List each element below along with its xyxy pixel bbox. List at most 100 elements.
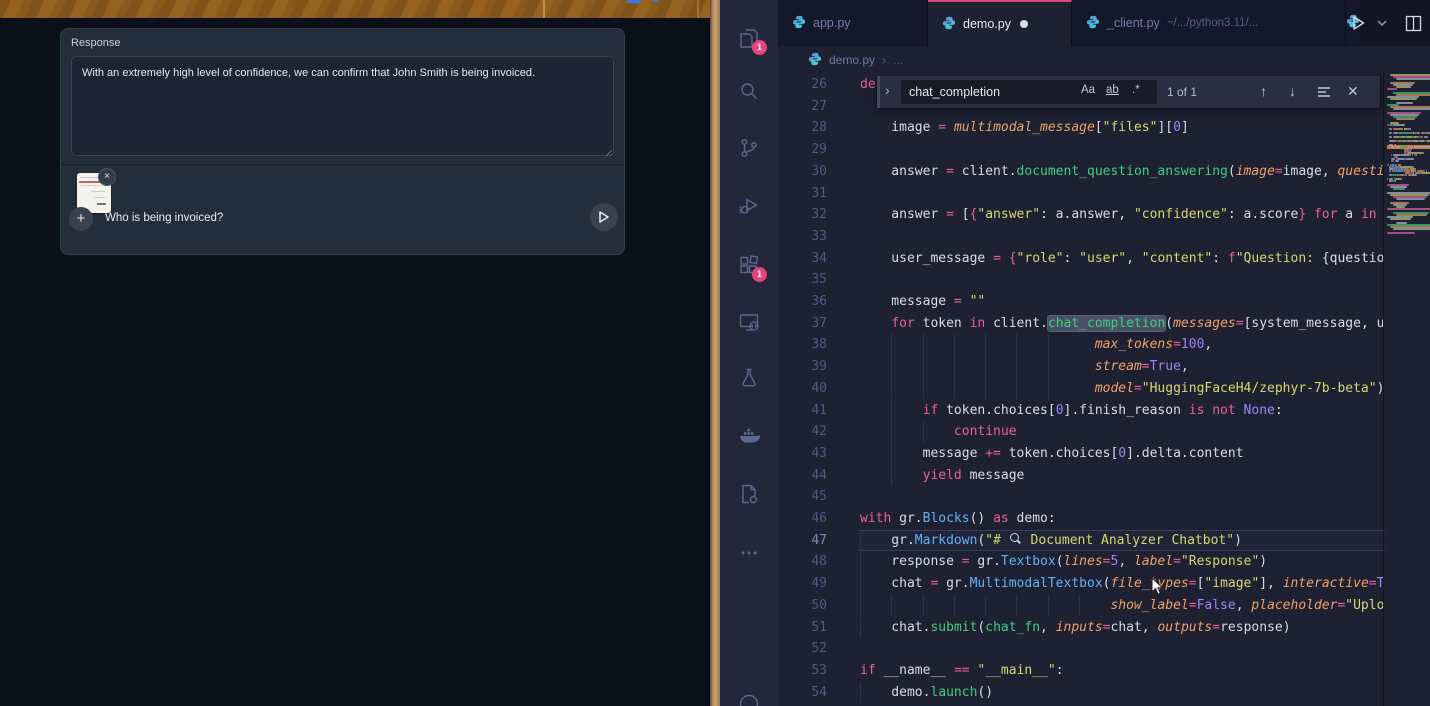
line-number: 52 <box>778 638 827 660</box>
line-number: 32 <box>778 204 827 226</box>
whole-word-toggle[interactable]: ab <box>1106 84 1119 96</box>
indent-guide <box>1048 334 1049 356</box>
code-lines[interactable]: def chat_fn(multimodal_message): image =… <box>860 74 1383 706</box>
editor-group: app.py demo.py _client.py ~/.../python3.… <box>778 0 1430 706</box>
desktop-wallpaper-strip <box>710 0 720 706</box>
indent-guide <box>860 573 861 595</box>
testing-icon[interactable] <box>737 366 761 390</box>
line-number: 30 <box>778 161 827 183</box>
remote-explorer-icon[interactable] <box>737 310 761 334</box>
previous-match-button[interactable]: ↑ <box>1260 83 1267 99</box>
code-row: yield message <box>860 465 1024 487</box>
code-row: max_tokens=100, <box>860 334 1212 356</box>
indent-guide <box>891 378 892 400</box>
code-editor[interactable]: 2627282930313233343536373839404142434445… <box>778 74 1430 706</box>
extensions-icon[interactable]: 1 <box>737 253 761 277</box>
indent-guide <box>954 334 955 356</box>
indent-guide <box>1048 378 1049 400</box>
python-file-icon <box>792 15 806 32</box>
indent-guide <box>1016 334 1017 356</box>
search-icon[interactable] <box>737 79 761 103</box>
docker-icon[interactable] <box>737 425 761 449</box>
response-label: Response <box>71 37 121 49</box>
indent-guide <box>923 334 924 356</box>
indent-guide <box>860 682 861 704</box>
more-actions-icon[interactable] <box>737 541 761 565</box>
code-row: chat = gr.MultimodalTextbox(file_types=[… <box>860 573 1383 595</box>
python-file-icon <box>942 16 956 33</box>
unsaved-changes-dot[interactable] <box>1020 20 1028 28</box>
line-number: 49 <box>778 573 827 595</box>
extensions-badge: 1 <box>752 267 767 282</box>
python-file-icon <box>1086 15 1100 32</box>
close-find-button[interactable]: ✕ <box>1347 83 1359 100</box>
code-row: for token in client.chat_completion(mess… <box>860 313 1383 335</box>
chat-question-input[interactable] <box>103 211 507 225</box>
minimap[interactable] <box>1387 74 1430 706</box>
background-window-sliver <box>653 0 658 2</box>
line-number: 34 <box>778 248 827 270</box>
breadcrumb-more[interactable]: ... <box>893 53 903 67</box>
indent-guide <box>1016 595 1017 617</box>
gradio-panel: Response With an extremely high level of… <box>60 28 625 255</box>
line-number: 54 <box>778 682 827 704</box>
explorer-icon[interactable]: 1 <box>737 26 761 50</box>
vscode-window: 1 1 <box>720 0 1430 706</box>
tab-demo-py[interactable]: demo.py <box>928 0 1072 46</box>
indent-guide <box>985 595 986 617</box>
breadcrumb-file[interactable]: demo.py <box>829 53 875 67</box>
line-number: 48 <box>778 551 827 573</box>
match-case-toggle[interactable]: Aa <box>1081 84 1095 96</box>
tab-app-py[interactable]: app.py <box>778 0 928 46</box>
line-number: 41 <box>778 400 827 422</box>
breadcrumb[interactable]: demo.py › ... <box>778 46 1430 74</box>
line-number: 36 <box>778 291 827 313</box>
indent-guide <box>1079 595 1080 617</box>
line-number: 51 <box>778 617 827 639</box>
breadcrumb-separator: › <box>882 53 886 67</box>
find-in-selection-button[interactable] <box>1317 85 1331 101</box>
indent-guide <box>923 356 924 378</box>
add-file-button[interactable]: + <box>69 207 93 231</box>
next-match-button[interactable]: ↓ <box>1289 83 1296 99</box>
indent-guide <box>860 595 861 617</box>
find-input[interactable] <box>901 80 1087 104</box>
indent-guide <box>891 356 892 378</box>
find-widget-resize-sash[interactable] <box>877 76 880 108</box>
code-row: with gr.Blocks() as demo: <box>860 508 1056 530</box>
response-textarea[interactable]: With an extremely high level of confiden… <box>71 56 614 156</box>
indent-guide <box>923 378 924 400</box>
split-editor-button[interactable] <box>1405 15 1422 32</box>
code-row: if __name__ == "__main__": <box>860 660 1064 682</box>
run-python-file-button[interactable] <box>1349 14 1367 32</box>
indent-guide <box>923 595 924 617</box>
indent-guide <box>891 334 892 356</box>
wallpaper-streak <box>697 0 699 18</box>
source-control-icon[interactable] <box>737 136 761 160</box>
send-button[interactable] <box>590 203 618 231</box>
build-tools-icon[interactable] <box>737 482 761 506</box>
regex-toggle[interactable]: .* <box>1132 84 1140 96</box>
code-row: message += token.choices[0].delta.conten… <box>860 443 1244 465</box>
line-number: 53 <box>778 660 827 682</box>
indent-guide <box>985 378 986 400</box>
indent-guide <box>954 378 955 400</box>
remove-attachment-button[interactable]: × <box>98 168 116 186</box>
run-dropdown-chevron-icon[interactable] <box>1377 19 1387 27</box>
indent-guide <box>891 400 892 422</box>
line-number: 39 <box>778 356 827 378</box>
indent-guide <box>860 530 861 552</box>
activity-bar: 1 1 <box>720 0 778 706</box>
indent-guide <box>1016 356 1017 378</box>
indent-guide <box>923 421 924 443</box>
run-and-debug-icon[interactable] <box>737 193 761 217</box>
line-number: 28 <box>778 117 827 139</box>
tab-client-py[interactable]: _client.py ~/.../python3.11/... <box>1072 0 1346 46</box>
toggle-replace-chevron-icon[interactable]: › <box>885 82 890 98</box>
indent-guide <box>1016 378 1017 400</box>
gradio-app-window: Response With an extremely high level of… <box>0 0 710 706</box>
code-row: stream=True, <box>860 356 1189 378</box>
code-row: demo.launch() <box>860 682 993 704</box>
line-number: 42 <box>778 421 827 443</box>
account-icon[interactable] <box>737 692 761 706</box>
